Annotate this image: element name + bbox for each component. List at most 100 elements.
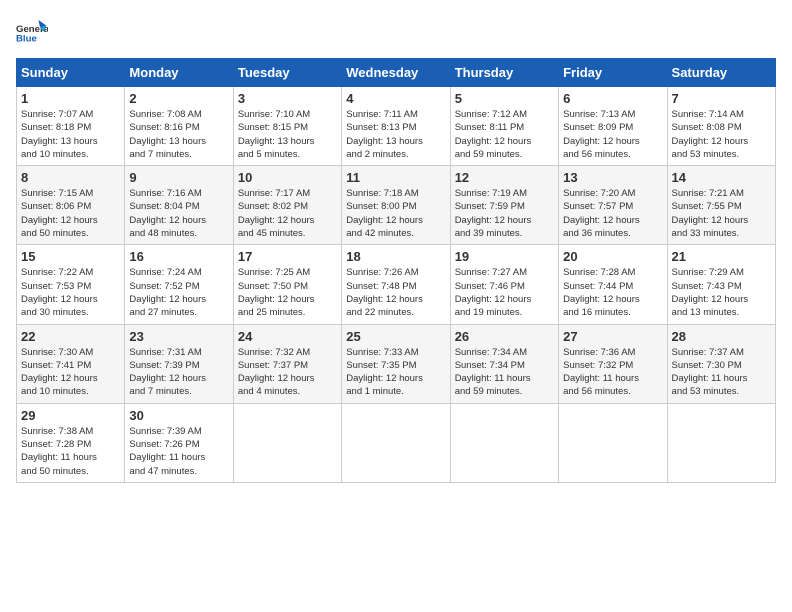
day-info: Sunrise: 7:33 AM Sunset: 7:35 PM Dayligh…	[346, 346, 445, 399]
day-info: Sunrise: 7:32 AM Sunset: 7:37 PM Dayligh…	[238, 346, 337, 399]
day-info: Sunrise: 7:30 AM Sunset: 7:41 PM Dayligh…	[21, 346, 120, 399]
calendar-cell: 30 Sunrise: 7:39 AM Sunset: 7:26 PM Dayli…	[125, 403, 233, 482]
day-info: Sunrise: 7:39 AM Sunset: 7:26 PM Dayligh…	[129, 425, 228, 478]
day-number: 8	[21, 170, 120, 185]
calendar-cell: 3 Sunrise: 7:10 AM Sunset: 8:15 PM Daylig…	[233, 87, 341, 166]
calendar-week-1: 1 Sunrise: 7:07 AM Sunset: 8:18 PM Daylig…	[17, 87, 776, 166]
day-number: 24	[238, 329, 337, 344]
calendar-header-row: SundayMondayTuesdayWednesdayThursdayFrid…	[17, 59, 776, 87]
calendar-cell: 28Sunrise: 7:37 AM Sunset: 7:30 PM Dayli…	[667, 324, 775, 403]
day-number: 30	[129, 408, 228, 423]
day-number: 6	[563, 91, 662, 106]
calendar-cell: 13 Sunrise: 7:20 AM Sunset: 7:57 PM Dayli…	[559, 166, 667, 245]
calendar-week-3: 15 Sunrise: 7:22 AM Sunset: 7:53 PM Dayli…	[17, 245, 776, 324]
day-number: 23	[129, 329, 228, 344]
day-number: 4	[346, 91, 445, 106]
day-info: Sunrise: 7:08 AM Sunset: 8:16 PM Dayligh…	[129, 108, 228, 161]
svg-text:Blue: Blue	[16, 34, 37, 45]
calendar-cell: 12 Sunrise: 7:19 AM Sunset: 7:59 PM Dayli…	[450, 166, 558, 245]
page-header: General Blue	[16, 16, 776, 48]
calendar-body: 1 Sunrise: 7:07 AM Sunset: 8:18 PM Daylig…	[17, 87, 776, 483]
calendar-cell	[233, 403, 341, 482]
day-number: 26	[455, 329, 554, 344]
calendar-cell: 15 Sunrise: 7:22 AM Sunset: 7:53 PM Dayli…	[17, 245, 125, 324]
day-number: 13	[563, 170, 662, 185]
calendar-cell: 9Sunrise: 7:16 AM Sunset: 8:04 PM Daylig…	[125, 166, 233, 245]
day-number: 15	[21, 249, 120, 264]
calendar-week-4: 22Sunrise: 7:30 AM Sunset: 7:41 PM Dayli…	[17, 324, 776, 403]
day-number: 18	[346, 249, 445, 264]
weekday-header-saturday: Saturday	[667, 59, 775, 87]
day-number: 16	[129, 249, 228, 264]
calendar-cell: 22Sunrise: 7:30 AM Sunset: 7:41 PM Dayli…	[17, 324, 125, 403]
day-info: Sunrise: 7:19 AM Sunset: 7:59 PM Dayligh…	[455, 187, 554, 240]
day-number: 25	[346, 329, 445, 344]
calendar-week-2: 8Sunrise: 7:15 AM Sunset: 8:06 PM Daylig…	[17, 166, 776, 245]
calendar-cell	[342, 403, 450, 482]
calendar-cell: 4 Sunrise: 7:11 AM Sunset: 8:13 PM Daylig…	[342, 87, 450, 166]
calendar-cell: 27Sunrise: 7:36 AM Sunset: 7:32 PM Dayli…	[559, 324, 667, 403]
day-info: Sunrise: 7:22 AM Sunset: 7:53 PM Dayligh…	[21, 266, 120, 319]
day-info: Sunrise: 7:28 AM Sunset: 7:44 PM Dayligh…	[563, 266, 662, 319]
logo: General Blue	[16, 16, 52, 48]
day-info: Sunrise: 7:36 AM Sunset: 7:32 PM Dayligh…	[563, 346, 662, 399]
day-number: 7	[672, 91, 771, 106]
calendar-cell: 21 Sunrise: 7:29 AM Sunset: 7:43 PM Dayli…	[667, 245, 775, 324]
calendar-cell: 25 Sunrise: 7:33 AM Sunset: 7:35 PM Dayli…	[342, 324, 450, 403]
calendar-cell: 19 Sunrise: 7:27 AM Sunset: 7:46 PM Dayli…	[450, 245, 558, 324]
day-number: 2	[129, 91, 228, 106]
day-info: Sunrise: 7:38 AM Sunset: 7:28 PM Dayligh…	[21, 425, 120, 478]
day-info: Sunrise: 7:31 AM Sunset: 7:39 PM Dayligh…	[129, 346, 228, 399]
day-info: Sunrise: 7:17 AM Sunset: 8:02 PM Dayligh…	[238, 187, 337, 240]
calendar-cell: 2 Sunrise: 7:08 AM Sunset: 8:16 PM Daylig…	[125, 87, 233, 166]
day-info: Sunrise: 7:13 AM Sunset: 8:09 PM Dayligh…	[563, 108, 662, 161]
day-number: 20	[563, 249, 662, 264]
calendar-cell	[667, 403, 775, 482]
logo-icon: General Blue	[16, 16, 48, 48]
calendar-cell: 10 Sunrise: 7:17 AM Sunset: 8:02 PM Dayli…	[233, 166, 341, 245]
day-info: Sunrise: 7:25 AM Sunset: 7:50 PM Dayligh…	[238, 266, 337, 319]
weekday-header-friday: Friday	[559, 59, 667, 87]
day-number: 10	[238, 170, 337, 185]
day-info: Sunrise: 7:24 AM Sunset: 7:52 PM Dayligh…	[129, 266, 228, 319]
day-number: 12	[455, 170, 554, 185]
day-number: 11	[346, 170, 445, 185]
calendar-cell	[450, 403, 558, 482]
calendar-cell: 14Sunrise: 7:21 AM Sunset: 7:55 PM Dayli…	[667, 166, 775, 245]
calendar-cell: 7Sunrise: 7:14 AM Sunset: 8:08 PM Daylig…	[667, 87, 775, 166]
day-number: 3	[238, 91, 337, 106]
calendar-cell: 24 Sunrise: 7:32 AM Sunset: 7:37 PM Dayli…	[233, 324, 341, 403]
calendar-cell: 16 Sunrise: 7:24 AM Sunset: 7:52 PM Dayli…	[125, 245, 233, 324]
day-info: Sunrise: 7:12 AM Sunset: 8:11 PM Dayligh…	[455, 108, 554, 161]
day-number: 1	[21, 91, 120, 106]
calendar-cell: 20 Sunrise: 7:28 AM Sunset: 7:44 PM Dayli…	[559, 245, 667, 324]
day-info: Sunrise: 7:20 AM Sunset: 7:57 PM Dayligh…	[563, 187, 662, 240]
calendar-cell: 8Sunrise: 7:15 AM Sunset: 8:06 PM Daylig…	[17, 166, 125, 245]
calendar-cell: 11 Sunrise: 7:18 AM Sunset: 8:00 PM Dayli…	[342, 166, 450, 245]
day-info: Sunrise: 7:07 AM Sunset: 8:18 PM Dayligh…	[21, 108, 120, 161]
weekday-header-monday: Monday	[125, 59, 233, 87]
day-number: 21	[672, 249, 771, 264]
weekday-header-sunday: Sunday	[17, 59, 125, 87]
day-number: 14	[672, 170, 771, 185]
day-number: 28	[672, 329, 771, 344]
calendar-cell: 1 Sunrise: 7:07 AM Sunset: 8:18 PM Daylig…	[17, 87, 125, 166]
weekday-header-tuesday: Tuesday	[233, 59, 341, 87]
weekday-header-thursday: Thursday	[450, 59, 558, 87]
day-info: Sunrise: 7:27 AM Sunset: 7:46 PM Dayligh…	[455, 266, 554, 319]
calendar-cell: 17 Sunrise: 7:25 AM Sunset: 7:50 PM Dayli…	[233, 245, 341, 324]
day-info: Sunrise: 7:18 AM Sunset: 8:00 PM Dayligh…	[346, 187, 445, 240]
day-info: Sunrise: 7:11 AM Sunset: 8:13 PM Dayligh…	[346, 108, 445, 161]
day-info: Sunrise: 7:29 AM Sunset: 7:43 PM Dayligh…	[672, 266, 771, 319]
day-info: Sunrise: 7:10 AM Sunset: 8:15 PM Dayligh…	[238, 108, 337, 161]
day-info: Sunrise: 7:34 AM Sunset: 7:34 PM Dayligh…	[455, 346, 554, 399]
calendar-cell: 23 Sunrise: 7:31 AM Sunset: 7:39 PM Dayli…	[125, 324, 233, 403]
day-number: 29	[21, 408, 120, 423]
day-number: 17	[238, 249, 337, 264]
calendar-cell: 18 Sunrise: 7:26 AM Sunset: 7:48 PM Dayli…	[342, 245, 450, 324]
calendar-week-5: 29 Sunrise: 7:38 AM Sunset: 7:28 PM Dayli…	[17, 403, 776, 482]
calendar-cell: 6 Sunrise: 7:13 AM Sunset: 8:09 PM Daylig…	[559, 87, 667, 166]
calendar-cell: 5Sunrise: 7:12 AM Sunset: 8:11 PM Daylig…	[450, 87, 558, 166]
day-info: Sunrise: 7:26 AM Sunset: 7:48 PM Dayligh…	[346, 266, 445, 319]
day-number: 19	[455, 249, 554, 264]
